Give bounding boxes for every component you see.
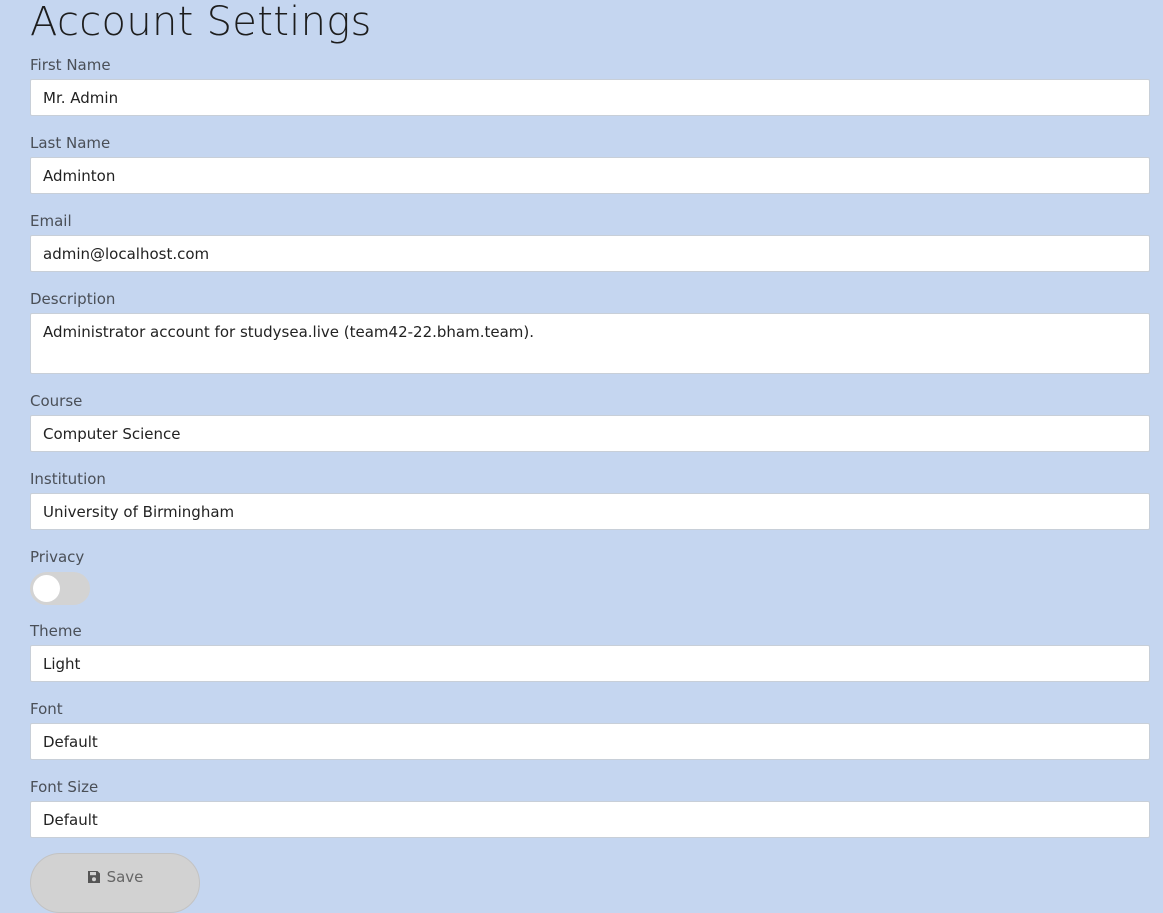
description-textarea[interactable]: Administrator account for studysea.live … <box>30 313 1150 374</box>
institution-input[interactable]: University of Birmingham <box>30 493 1150 530</box>
font-size-group: Font Size Default <box>30 778 1150 838</box>
institution-group: Institution University of Birmingham <box>30 470 1150 530</box>
privacy-label: Privacy <box>30 548 85 566</box>
first-name-label: First Name <box>30 56 111 74</box>
email-label: Email <box>30 212 72 230</box>
floppy-disk-icon <box>87 871 100 883</box>
last-name-group: Last Name Adminton <box>30 134 1150 194</box>
course-input[interactable]: Computer Science <box>30 415 1150 452</box>
first-name-input[interactable]: Mr. Admin <box>30 79 1150 116</box>
course-group: Course Computer Science <box>30 392 1150 452</box>
save-button[interactable]: Save <box>30 853 200 913</box>
privacy-group: Privacy <box>30 548 1150 605</box>
description-label: Description <box>30 290 116 308</box>
first-name-group: First Name Mr. Admin <box>30 56 1150 116</box>
theme-select[interactable]: Light <box>30 645 1150 682</box>
font-label: Font <box>30 700 63 718</box>
font-group: Font Default <box>30 700 1150 760</box>
font-select[interactable]: Default <box>30 723 1150 760</box>
last-name-input[interactable]: Adminton <box>30 157 1150 194</box>
save-button-label: Save <box>106 868 144 886</box>
privacy-toggle[interactable] <box>30 572 90 605</box>
theme-label: Theme <box>30 622 82 640</box>
toggle-knob <box>33 575 60 602</box>
theme-group: Theme Light <box>30 622 1150 682</box>
font-size-select[interactable]: Default <box>30 801 1150 838</box>
description-group: Description Administrator account for st… <box>30 290 1150 374</box>
email-group: Email admin@localhost.com <box>30 212 1150 272</box>
institution-label: Institution <box>30 470 106 488</box>
last-name-label: Last Name <box>30 134 111 152</box>
page-title: Account Settings <box>30 0 372 45</box>
font-size-label: Font Size <box>30 778 99 796</box>
save-button-content: Save <box>87 868 144 886</box>
email-input[interactable]: admin@localhost.com <box>30 235 1150 272</box>
course-label: Course <box>30 392 83 410</box>
